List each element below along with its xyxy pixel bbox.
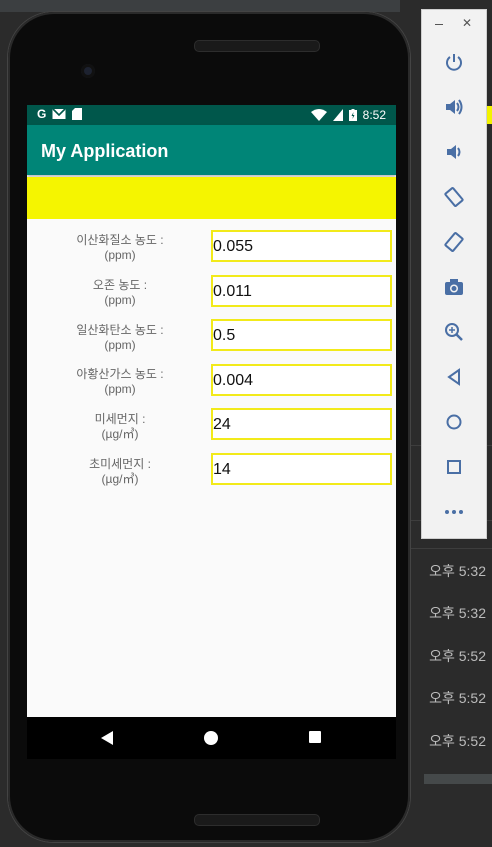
co-input[interactable]: 0.5 — [211, 319, 392, 351]
nav-back-icon[interactable] — [101, 731, 113, 745]
field-label-text: 초미세먼지 : — [89, 457, 151, 471]
field-unit: (µg/㎥) — [101, 472, 139, 486]
app-title: My Application — [41, 141, 169, 161]
form-row: 미세먼지 : (µg/㎥) 24 — [27, 408, 396, 444]
top-speaker — [194, 40, 320, 52]
ide-scrollbar[interactable] — [424, 774, 492, 784]
field-label-text: 아황산가스 농도 : — [76, 367, 164, 381]
form-row: 일산화탄소 농도 : (ppm) 0.5 — [27, 319, 396, 355]
pm10-input[interactable]: 24 — [211, 408, 392, 440]
so2-input[interactable]: 0.004 — [211, 364, 392, 396]
log-time: 오후 5:52 — [429, 648, 486, 664]
no2-input[interactable]: 0.055 — [211, 230, 392, 262]
zoom-icon[interactable] — [438, 318, 470, 346]
bottom-speaker — [194, 814, 320, 826]
ide-yellow-marker — [486, 106, 492, 124]
pm25-input[interactable]: 14 — [211, 453, 392, 485]
wifi-icon — [310, 109, 327, 121]
volume-down-icon[interactable] — [438, 138, 470, 166]
gmail-icon — [52, 108, 66, 119]
camera-icon[interactable] — [438, 273, 470, 301]
ozone-input[interactable]: 0.011 — [211, 275, 392, 307]
navigation-bar — [27, 717, 396, 759]
more-icon[interactable] — [438, 498, 470, 526]
nav-home-icon[interactable] — [204, 731, 218, 745]
field-unit: (µg/㎥) — [101, 427, 139, 441]
power-icon[interactable] — [438, 48, 470, 76]
emulator-toolbar: ✕ — [422, 10, 486, 538]
field-label-text: 이산화질소 농도 : — [76, 233, 164, 247]
device-screen: G 8:52 My Application 이산화질소 농도 : (ppm) 0… — [27, 105, 396, 717]
field-label-text: 일산화탄소 농도 : — [76, 323, 164, 337]
field-label: 아황산가스 농도 : (ppm) — [35, 367, 205, 397]
signal-icon — [332, 109, 343, 121]
field-label: 일산화탄소 농도 : (ppm) — [35, 323, 205, 353]
field-label-text: 미세먼지 : — [94, 412, 146, 426]
nav-overview-icon[interactable] — [309, 731, 321, 743]
form-row: 이산화질소 농도 : (ppm) 0.055 — [27, 230, 396, 266]
app-bar: My Application — [27, 125, 396, 175]
field-unit: (ppm) — [104, 338, 136, 352]
battery-icon — [348, 109, 357, 121]
log-time: 오후 5:32 — [429, 605, 486, 621]
form-row: 아황산가스 농도 : (ppm) 0.004 — [27, 364, 396, 400]
rotate-left-icon[interactable] — [438, 183, 470, 211]
volume-up-icon[interactable] — [438, 93, 470, 121]
field-unit: (ppm) — [104, 248, 136, 262]
field-label: 이산화질소 농도 : (ppm) — [35, 233, 205, 263]
field-unit: (ppm) — [104, 293, 136, 307]
sd-card-icon — [72, 108, 83, 120]
log-time: 오후 5:52 — [429, 690, 486, 706]
back-icon[interactable] — [438, 363, 470, 391]
field-label: 오존 농도 : (ppm) — [35, 278, 205, 308]
home-icon[interactable] — [438, 408, 470, 436]
log-time: 오후 5:32 — [429, 563, 486, 579]
overview-icon[interactable] — [438, 453, 470, 481]
form-row: 초미세먼지 : (µg/㎥) 14 — [27, 453, 396, 489]
minimize-icon[interactable] — [435, 24, 443, 25]
google-icon: G — [37, 107, 47, 121]
field-label-text: 오존 농도 : — [92, 278, 148, 292]
form-row: 오존 농도 : (ppm) 0.011 — [27, 275, 396, 311]
status-time: 8:52 — [362, 108, 386, 122]
field-label: 초미세먼지 : (µg/㎥) — [35, 457, 205, 487]
rotate-right-icon[interactable] — [438, 228, 470, 256]
close-icon[interactable]: ✕ — [462, 16, 472, 30]
front-camera — [81, 64, 95, 78]
field-unit: (ppm) — [104, 382, 136, 396]
yellow-banner — [27, 177, 396, 219]
status-bar: G 8:52 — [27, 105, 396, 125]
field-label: 미세먼지 : (µg/㎥) — [35, 412, 205, 442]
log-time: 오후 5:52 — [429, 733, 486, 749]
